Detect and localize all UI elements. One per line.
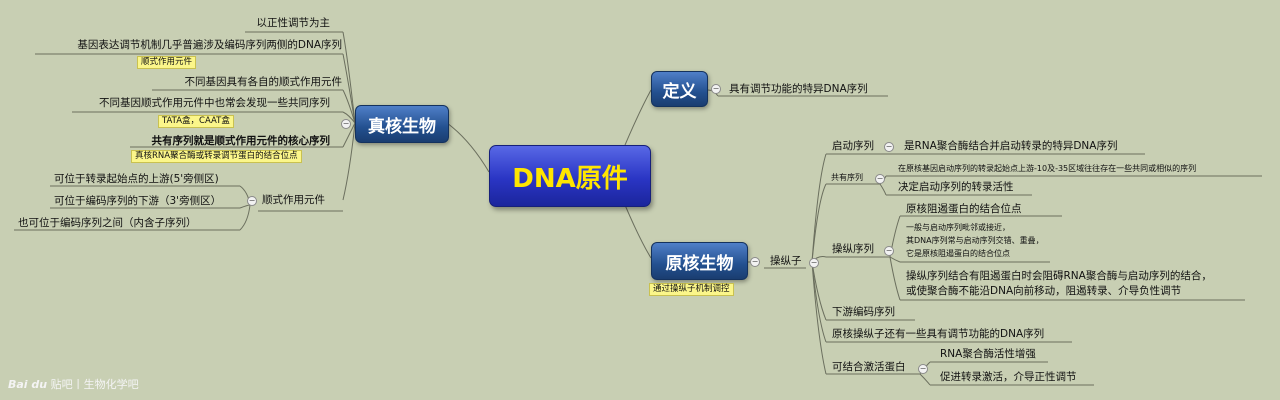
eukaryote-item-core: 共有序列就是顺式作用元件的核心序列 <box>151 135 331 147</box>
collapse-icon[interactable]: − <box>247 196 257 206</box>
collapse-icon[interactable]: − <box>809 258 819 268</box>
operator-text-3-line-1: 操纵序列结合有阻遏蛋白时会阻碍RNA聚合酶与启动序列的结合， <box>906 270 1212 282</box>
baidu-logo: Bai du <box>8 378 48 391</box>
prokaryote-node[interactable]: 原核生物 <box>651 242 748 280</box>
cis-upstream: 可位于转录起始点的上游(5'旁侧区) <box>54 173 219 185</box>
eukaryote-item-specific: 不同基因具有各自的顺式作用元件 <box>184 76 343 88</box>
watermark-text: 贴吧丨生物化学吧 <box>50 378 139 391</box>
collapse-icon[interactable]: − <box>918 364 928 374</box>
note-operon-mechanism: 通过操纵子机制调控 <box>649 283 734 296</box>
note-cis-element: 顺式作用元件 <box>137 56 197 69</box>
eukaryote-node[interactable]: 真核生物 <box>355 105 449 143</box>
operator-text-2-line-3: 它是原核阻遏蛋白的结合位点 <box>906 249 1010 258</box>
cis-intron: 也可位于编码序列之间（内含子序列） <box>18 217 197 229</box>
collapse-icon[interactable]: − <box>884 246 894 256</box>
consensus-text-1: 在原核基因启动序列的转录起始点上游-10及-35区域往往存在一些共同或相似的序列 <box>898 164 1197 173</box>
cis-element-label: 顺式作用元件 <box>262 194 325 206</box>
eukaryote-item-common: 不同基因顺式作用元件中也常会发现一些共同序列 <box>99 97 330 109</box>
definition-text: 具有调节功能的特异DNA序列 <box>729 83 868 95</box>
eukaryote-item-flanking: 基因表达调节机制几乎普遍涉及编码序列两侧的DNA序列 <box>77 39 342 51</box>
operator-text-1: 原核阻遏蛋白的结合位点 <box>906 203 1022 215</box>
operator-text-3-line-2: 或使聚合酶不能沿DNA向前移动，阻遏转录、介导负性调节 <box>906 285 1182 297</box>
consensus-text-2: 决定启动序列的转录活性 <box>898 181 1014 193</box>
operon-label: 操纵子 <box>770 255 802 267</box>
operator-text-2-line-1: 一般与启动序列毗邻或接近， <box>906 223 1010 232</box>
promoter-label: 启动序列 <box>832 140 874 152</box>
other-sequences: 原核操纵子还有一些具有调节功能的DNA序列 <box>832 328 1045 340</box>
operator-label: 操纵序列 <box>832 243 874 255</box>
promoter-text: 是RNA聚合酶结合并启动转录的特异DNA序列 <box>904 140 1118 152</box>
operator-text-2-line-2: 其DNA序列常与启动序列交错、重叠， <box>906 236 1044 245</box>
collapse-icon[interactable]: − <box>750 257 760 267</box>
note-binding-site: 真核RNA聚合酶或转录调节蛋白的结合位点 <box>131 150 302 163</box>
cis-downstream: 可位于编码序列的下游（3'旁侧区） <box>54 195 222 207</box>
consensus-label: 共有序列 <box>831 173 863 182</box>
watermark: Bai du 贴吧丨生物化学吧 <box>8 376 139 392</box>
activator-label: 可结合激活蛋白 <box>832 361 906 373</box>
downstream-label: 下游编码序列 <box>832 306 895 318</box>
activator-child-1: RNA聚合酶活性增强 <box>940 348 1036 360</box>
eukaryote-item-positive: 以正性调节为主 <box>256 17 331 29</box>
collapse-icon[interactable]: − <box>884 142 894 152</box>
collapse-icon[interactable]: − <box>875 174 885 184</box>
central-topic[interactable]: DNA原件 <box>489 145 651 207</box>
collapse-icon[interactable]: − <box>341 119 351 129</box>
definition-node[interactable]: 定义 <box>651 71 708 107</box>
note-tata-caat: TATA盒，CAAT盒 <box>158 115 234 128</box>
collapse-icon[interactable]: − <box>711 84 721 94</box>
activator-child-2: 促进转录激活，介导正性调节 <box>940 371 1077 383</box>
